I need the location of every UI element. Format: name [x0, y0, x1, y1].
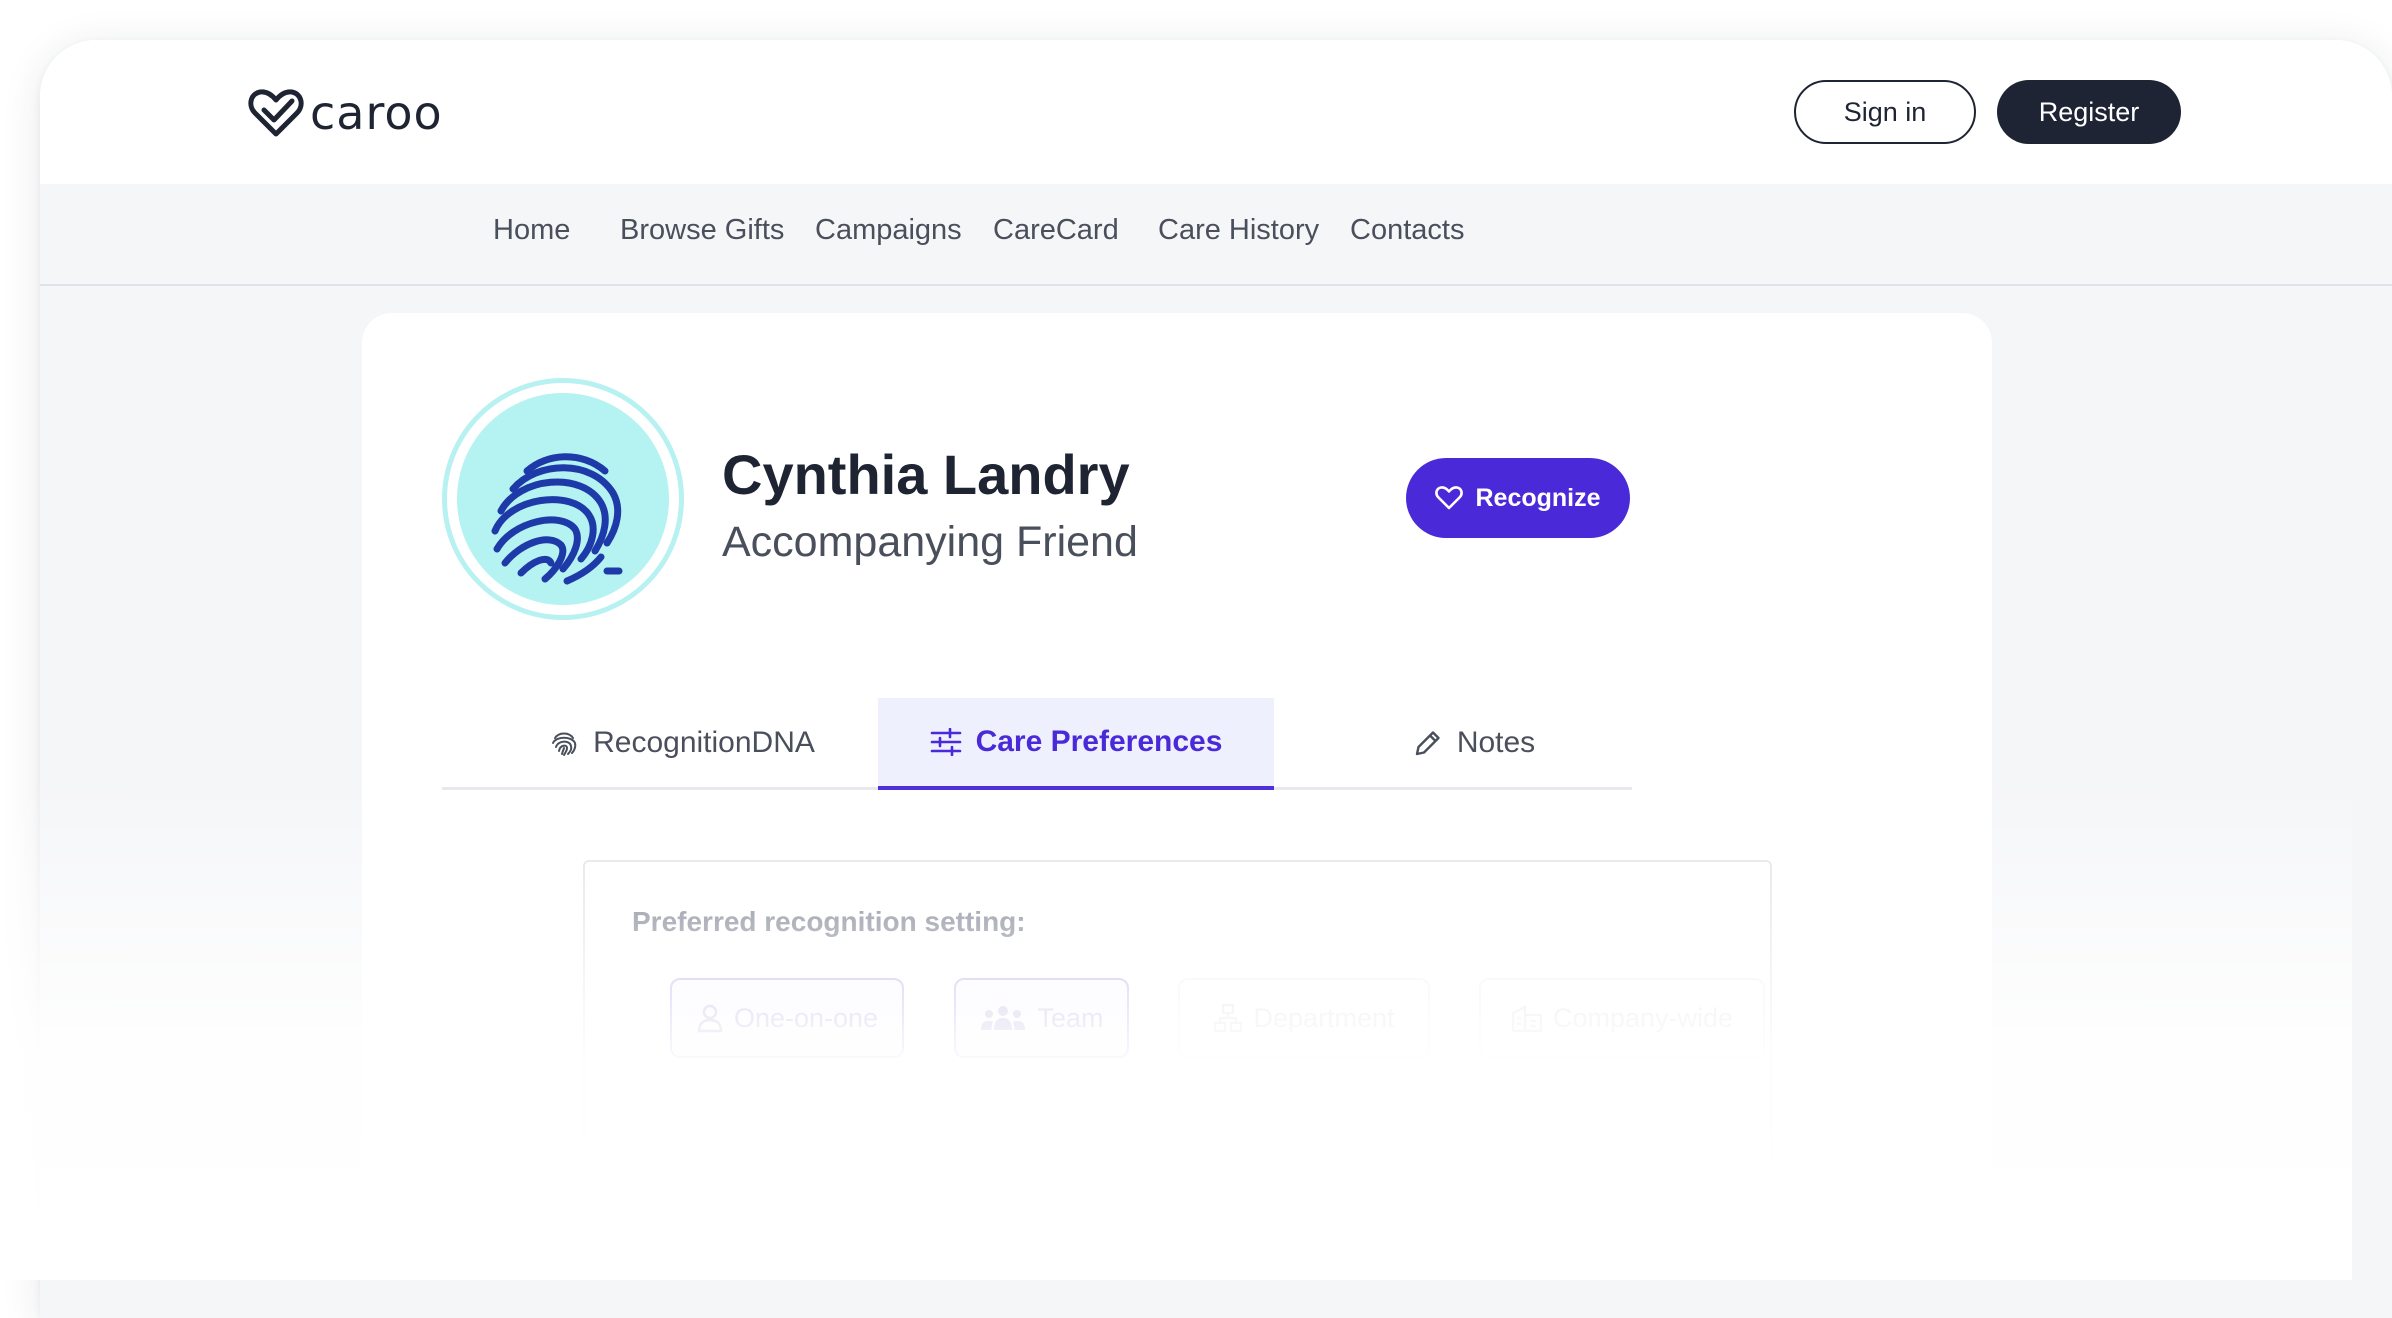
- sliders-icon: [930, 728, 961, 756]
- team-icon: [981, 1006, 1026, 1030]
- register-button[interactable]: Register: [1997, 80, 2181, 144]
- tab-label: Notes: [1456, 726, 1536, 759]
- tab-notes[interactable]: Notes: [1274, 698, 1674, 788]
- avatar: [457, 393, 669, 605]
- person-icon: [697, 1004, 723, 1033]
- option-label: Department: [1253, 1002, 1395, 1033]
- recognize-label: Recognize: [1475, 483, 1601, 512]
- tab-care-preferences[interactable]: Care Preferences: [878, 698, 1274, 790]
- tab-recognitiondna[interactable]: RecognitionDNA: [482, 698, 882, 788]
- brand-logo[interactable]: caroo: [248, 86, 443, 140]
- option-one-on-one[interactable]: One-on-one: [670, 978, 904, 1058]
- nav-item-home[interactable]: Home: [493, 214, 570, 247]
- tab-label: RecognitionDNA: [593, 726, 815, 759]
- signin-button[interactable]: Sign in: [1794, 80, 1976, 144]
- nav-item-carecard[interactable]: CareCard: [993, 214, 1119, 247]
- profile-role: Accompanying Friend: [722, 518, 1138, 566]
- pencil-icon: [1415, 731, 1440, 756]
- option-company-wide[interactable]: Company-wide: [1479, 978, 1765, 1058]
- profile-name: Cynthia Landry: [722, 443, 1130, 506]
- fingerprint-icon: [552, 732, 577, 756]
- preferences-title: Preferred recognition setting:: [632, 906, 1026, 937]
- heart-icon: [1435, 486, 1464, 510]
- option-department[interactable]: Department: [1178, 978, 1430, 1058]
- heart-check-icon: [248, 89, 304, 137]
- nav-item-campaigns[interactable]: Campaigns: [815, 214, 962, 247]
- option-label: Team: [1037, 1002, 1104, 1033]
- option-label: One-on-one: [733, 1002, 879, 1033]
- nav-item-contacts[interactable]: Contacts: [1350, 214, 1464, 247]
- recognize-button[interactable]: Recognize: [1406, 458, 1630, 538]
- org-chart-icon: [1214, 1003, 1243, 1033]
- top-bar: caroo Sign in Register: [40, 40, 2392, 184]
- option-team[interactable]: Team: [954, 978, 1129, 1058]
- nav-item-care-history[interactable]: Care History: [1158, 214, 1319, 247]
- building-icon: [1511, 1005, 1543, 1033]
- option-label: Company-wide: [1552, 1002, 1734, 1033]
- fingerprint-icon: [491, 453, 623, 585]
- main-nav: Home Browse Gifts Campaigns CareCard Car…: [40, 184, 2392, 286]
- tab-label: Care Preferences: [975, 725, 1223, 758]
- brand-name: caroo: [310, 86, 443, 140]
- nav-item-browse-gifts[interactable]: Browse Gifts: [620, 214, 784, 247]
